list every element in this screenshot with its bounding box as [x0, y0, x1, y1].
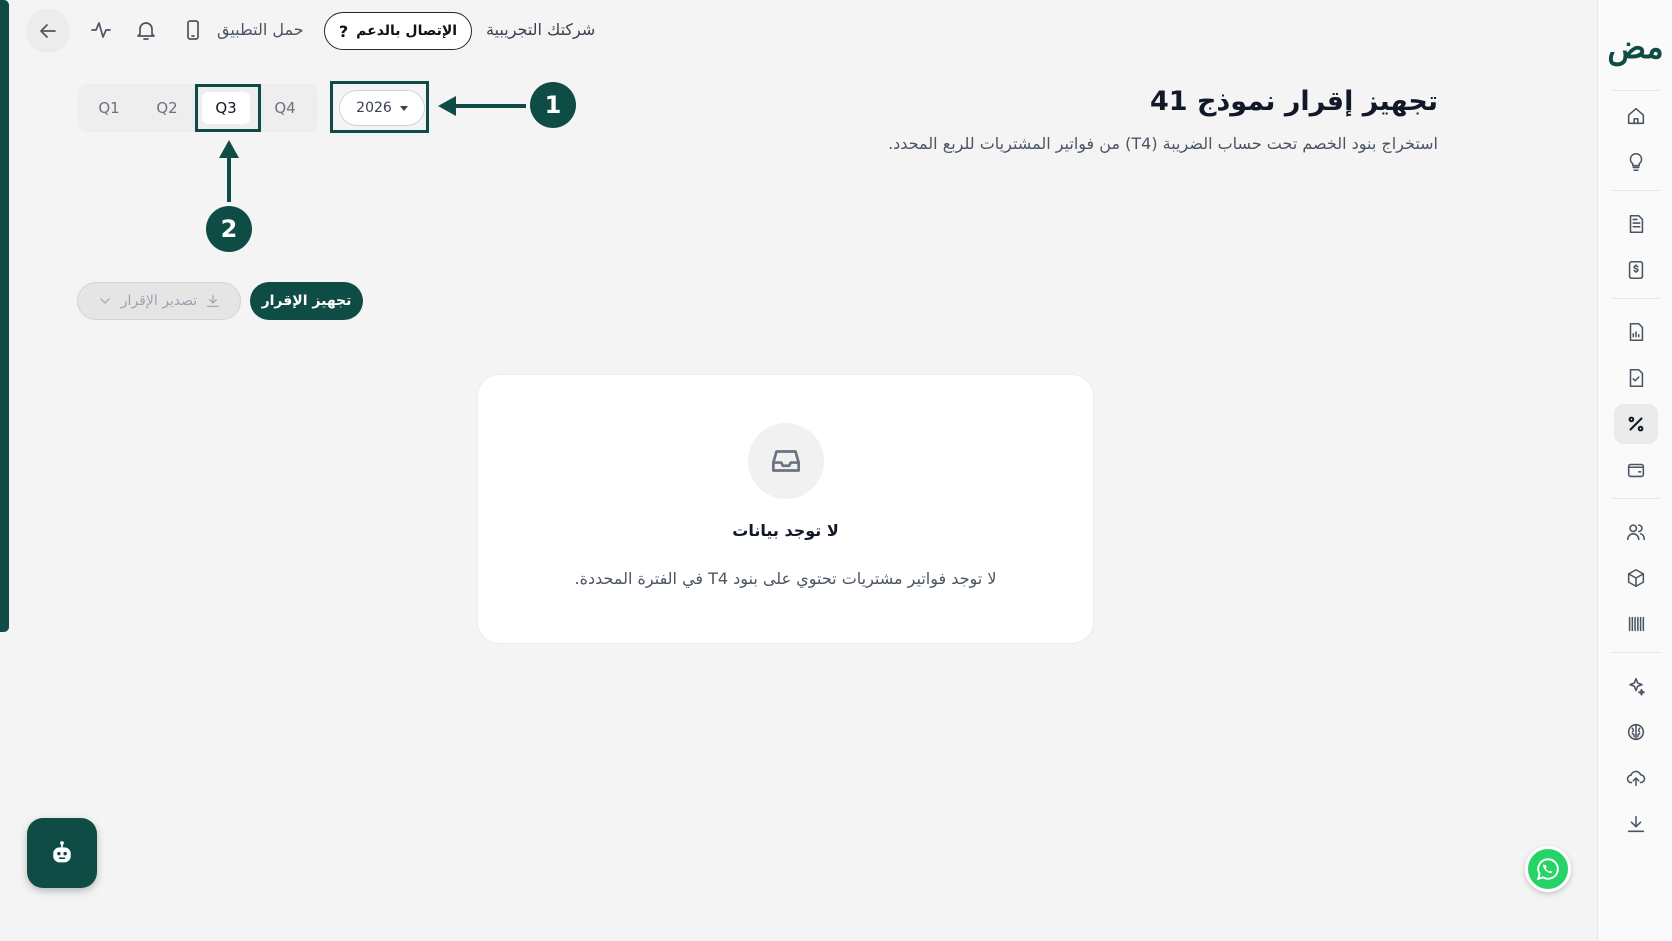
sidebar-divider [1612, 190, 1660, 191]
home-icon[interactable] [1614, 96, 1658, 136]
callout-2-arrow [227, 154, 231, 202]
company-name: شركتك التجريبية [486, 20, 596, 39]
sparkles-icon[interactable] [1614, 666, 1658, 706]
whatsapp-button[interactable] [1525, 846, 1571, 892]
document-icon[interactable] [1614, 204, 1658, 244]
page-title: تجهيز إقرار نموذج 41 [1149, 86, 1438, 117]
percent-icon[interactable] [1614, 404, 1658, 444]
lightbulb-icon[interactable] [1614, 142, 1658, 182]
invoice-dollar-icon[interactable] [1614, 250, 1658, 290]
year-select[interactable]: 2026 [339, 90, 425, 126]
brand-logo[interactable]: مض [1607, 22, 1663, 72]
download-icon[interactable] [1614, 804, 1658, 844]
sidebar-divider [1612, 90, 1660, 91]
caret-down-icon [399, 105, 408, 111]
tab-q3[interactable]: Q3 [202, 92, 250, 124]
contact-support-button[interactable]: ? الإتصال بالدعم [324, 12, 472, 50]
empty-state-title: لا توجد بيانات [732, 521, 839, 540]
barcode-icon[interactable] [1614, 604, 1658, 644]
tab-q2[interactable]: Q2 [143, 92, 191, 124]
sidebar-divider [1612, 298, 1660, 299]
robot-icon [53, 841, 71, 863]
quarter-tabs: Q1 Q2 Q3 Q4 [78, 84, 318, 132]
document-check-icon[interactable] [1614, 358, 1658, 398]
page-description: استخراج بنود الخصم تحت حساب الضريبة (T4)… [888, 134, 1438, 153]
callout-2-badge: 2 [206, 206, 252, 252]
callout-1-arrow [451, 104, 526, 108]
sidebar-divider [1612, 652, 1660, 653]
brain-icon[interactable] [1614, 712, 1658, 752]
left-accent-bar [0, 0, 9, 632]
support-label: الإتصال بالدعم [356, 23, 458, 39]
back-arrow-icon[interactable] [26, 9, 70, 53]
export-label: تصدير الإقرار [120, 293, 198, 309]
help-icon: ? [338, 21, 349, 41]
users-icon[interactable] [1614, 512, 1658, 552]
upload-cloud-icon[interactable] [1614, 758, 1658, 798]
prepare-declaration-button[interactable]: تجهيز الإقرار [250, 282, 363, 320]
download-icon [207, 295, 220, 307]
year-value: 2026 [356, 100, 392, 116]
package-icon[interactable] [1614, 558, 1658, 598]
callout-1-arrowhead [438, 96, 456, 116]
activity-icon[interactable] [85, 14, 117, 46]
tab-q1[interactable]: Q1 [85, 92, 133, 124]
callout-2-arrowhead [219, 140, 239, 158]
tab-q4[interactable]: Q4 [261, 92, 309, 124]
sidebar-divider [1612, 498, 1660, 499]
empty-state-card: لا توجد بيانات لا توجد فواتير مشتريات تح… [477, 374, 1094, 644]
chevron-down-icon [100, 298, 110, 304]
bell-icon[interactable] [130, 14, 162, 46]
wallet-icon[interactable] [1614, 450, 1658, 490]
sidebar: مض [1597, 0, 1672, 941]
whatsapp-icon [1536, 858, 1559, 881]
download-app-link[interactable]: حمل التطبيق [217, 20, 304, 39]
chatbot-button[interactable] [27, 818, 97, 888]
empty-state-message: لا توجد فواتير مشتريات تحتوي على بنود T4… [574, 569, 997, 588]
callout-1-badge: 1 [530, 82, 576, 128]
export-declaration-button[interactable]: تصدير الإقرار [77, 282, 241, 320]
report-chart-icon[interactable] [1614, 312, 1658, 352]
phone-icon[interactable] [177, 14, 209, 46]
inbox-icon [748, 423, 824, 499]
